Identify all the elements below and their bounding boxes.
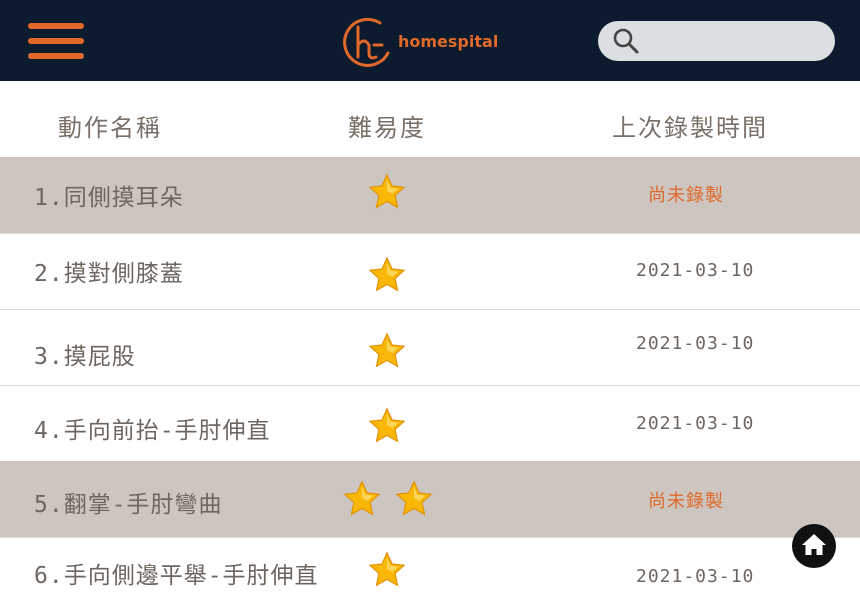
- star-icon: [395, 480, 433, 516]
- last-recorded-date: 2021-03-10: [636, 260, 755, 281]
- last-recorded-date: 2021-03-10: [636, 413, 755, 434]
- star-icon: [368, 551, 406, 587]
- exercise-name: 1.同側摸耳朵: [34, 185, 184, 211]
- last-recorded-date: 2021-03-10: [636, 333, 755, 354]
- search-bar[interactable]: [598, 21, 835, 61]
- column-header-difficulty: 難易度: [348, 114, 426, 142]
- exercise-row[interactable]: 2.摸對側膝蓋 2021-03-10: [0, 233, 860, 309]
- difficulty-stars: [368, 256, 406, 294]
- hamburger-menu-button[interactable]: [28, 21, 84, 61]
- home-button[interactable]: [792, 524, 836, 568]
- search-input[interactable]: [648, 27, 818, 55]
- difficulty-stars: [343, 480, 433, 518]
- exercise-name: 5.翻掌-手肘彎曲: [34, 492, 223, 518]
- exercise-row[interactable]: 3.摸屁股 2021-03-10: [0, 309, 860, 385]
- search-icon: [613, 28, 639, 54]
- difficulty-stars: [368, 407, 406, 445]
- exercise-row[interactable]: 6.手向側邊平舉-手肘伸直 2021-03-10: [0, 537, 860, 613]
- column-header-name: 動作名稱: [58, 114, 162, 142]
- last-recorded-date: 尚未錄製: [648, 185, 724, 206]
- star-icon: [343, 480, 381, 516]
- difficulty-stars: [368, 551, 406, 589]
- exercise-name: 6.手向側邊平舉-手肘伸直: [34, 563, 319, 589]
- top-navigation-bar: homespital: [0, 0, 860, 81]
- exercise-row[interactable]: 5.翻掌-手肘彎曲 尚未錄製: [0, 461, 860, 537]
- star-icon: [368, 173, 406, 209]
- table-header: 動作名稱 難易度 上次錄製時間: [0, 81, 860, 158]
- brand-name: homespital: [398, 31, 499, 51]
- star-icon: [368, 332, 406, 368]
- difficulty-stars: [368, 173, 406, 211]
- exercise-row[interactable]: 4.手向前抬-手肘伸直 2021-03-10: [0, 385, 860, 461]
- exercise-row[interactable]: 1.同側摸耳朵 尚未錄製: [0, 157, 860, 233]
- homespital-logo-icon: [343, 17, 390, 67]
- last-recorded-date: 2021-03-10: [636, 566, 755, 587]
- last-recorded-date: 尚未錄製: [648, 491, 724, 512]
- exercise-name: 4.手向前抬-手肘伸直: [34, 418, 271, 444]
- brand-logo[interactable]: homespital: [338, 13, 498, 69]
- exercise-name: 2.摸對側膝蓋: [34, 261, 184, 287]
- column-header-last-recorded: 上次錄製時間: [612, 114, 768, 142]
- star-icon: [368, 256, 406, 292]
- exercise-name: 3.摸屁股: [34, 344, 136, 370]
- home-icon: [802, 534, 826, 555]
- star-icon: [368, 407, 406, 443]
- difficulty-stars: [368, 332, 406, 370]
- hamburger-menu-icon: [28, 23, 84, 29]
